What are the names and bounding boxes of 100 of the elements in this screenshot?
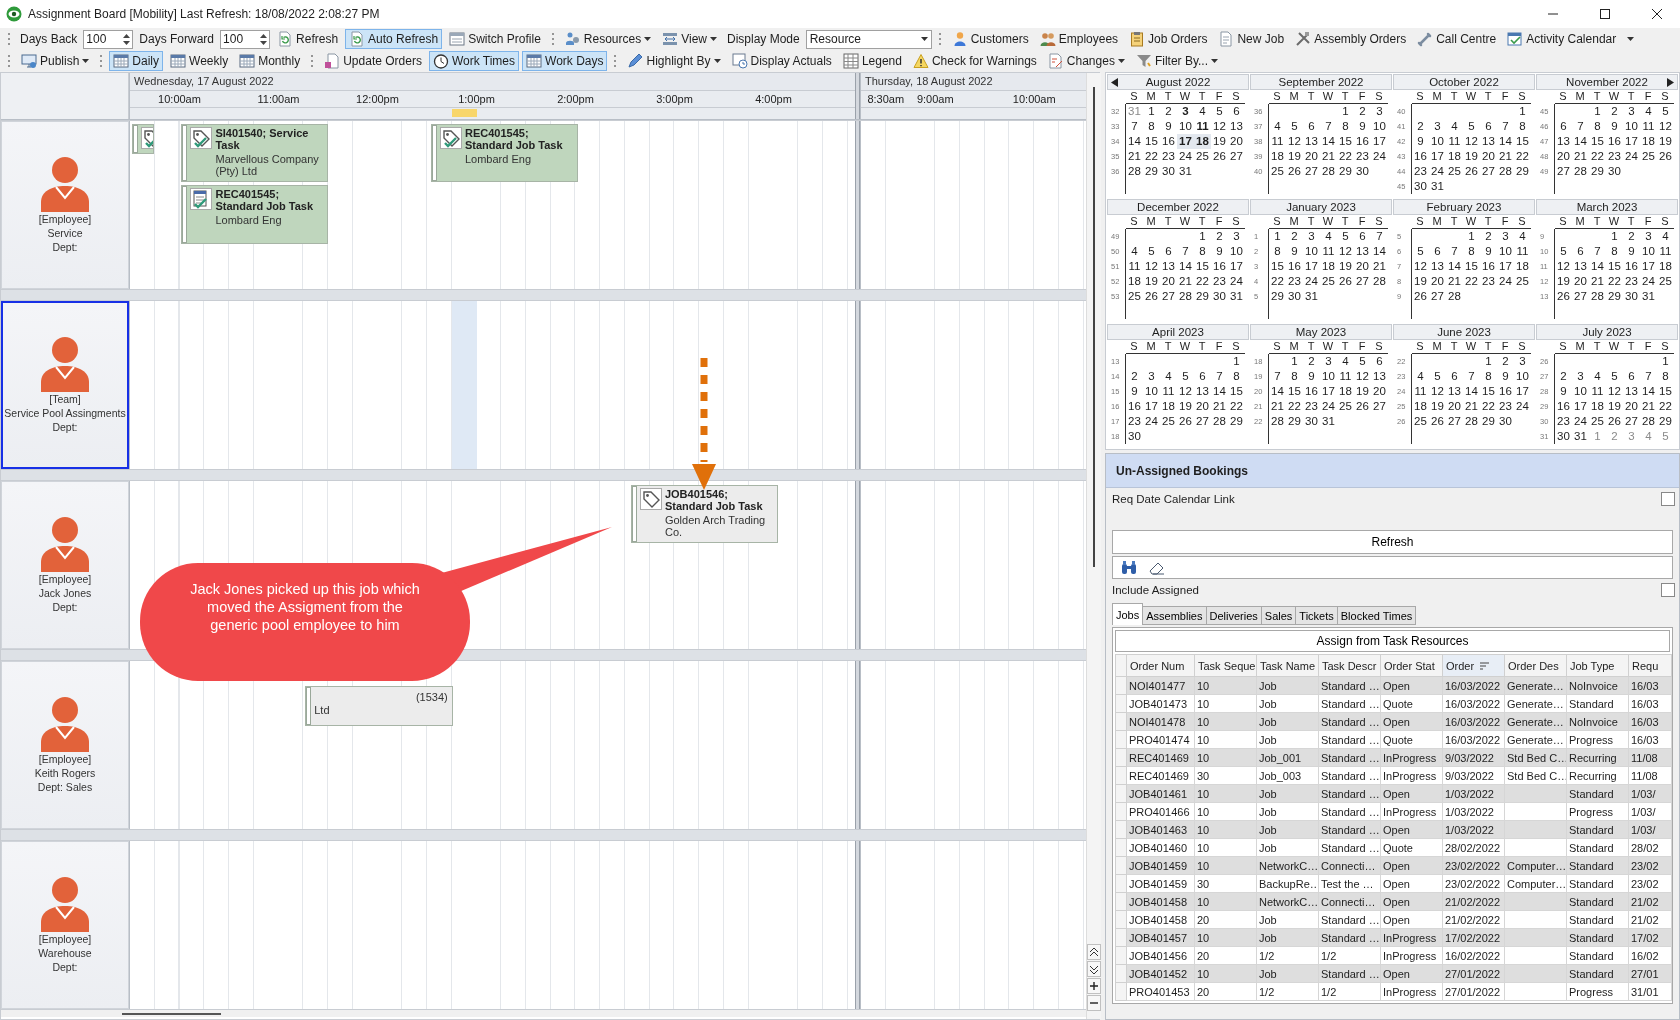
calendar-day[interactable]: 19	[1354, 384, 1371, 399]
calendar-day[interactable]: 14	[1269, 384, 1286, 399]
calendar-day[interactable]: 30	[1606, 164, 1623, 179]
calendar-day[interactable]: 1	[1143, 104, 1160, 119]
calendar-day[interactable]: 9	[1497, 369, 1514, 384]
calendar-day[interactable]: 13	[1160, 259, 1177, 274]
calendar-day[interactable]: 1	[1286, 354, 1303, 369]
calendar-day[interactable]: 30	[1211, 289, 1228, 304]
calendar-day[interactable]: 9	[1623, 244, 1640, 259]
calendar-day[interactable]: 29	[1657, 414, 1674, 429]
calendar-day[interactable]: 25	[1514, 274, 1531, 289]
calendar-day[interactable]: 28	[1640, 414, 1657, 429]
calendar-day[interactable]: 29	[1514, 164, 1531, 179]
toolbar-button[interactable]: Work Days	[522, 51, 608, 71]
calendar-day[interactable]: 27	[1446, 414, 1463, 429]
calendar-day[interactable]: 6	[1572, 244, 1589, 259]
calendar-day[interactable]: 23	[1211, 274, 1228, 289]
calendar-day[interactable]: 14	[1177, 259, 1194, 274]
calendar-day[interactable]: 8	[1514, 119, 1531, 134]
calendar-day[interactable]: 10	[1429, 134, 1446, 149]
toolbar-button[interactable]: Switch Profile	[445, 29, 545, 49]
calendar-day[interactable]: 23	[1623, 274, 1640, 289]
calendar-day[interactable]: 24	[1429, 164, 1446, 179]
calendar-day[interactable]: 15	[1514, 134, 1531, 149]
calendar-day[interactable]: 17	[1228, 259, 1245, 274]
calendar-day[interactable]: 26	[1555, 289, 1572, 304]
calendar-day[interactable]: 8	[1606, 244, 1623, 259]
calendar-day[interactable]: 9	[1606, 119, 1623, 134]
calendar-day[interactable]: 1	[1589, 429, 1606, 444]
calendar-day[interactable]: 20	[1371, 384, 1388, 399]
calendar-day[interactable]: 8	[1657, 369, 1674, 384]
calendar-day[interactable]: 25	[1337, 399, 1354, 414]
calendar-day[interactable]: 3	[1177, 104, 1194, 119]
calendar-day[interactable]: 5	[1412, 244, 1429, 259]
calendar-day[interactable]: 19	[1429, 399, 1446, 414]
tab[interactable]: Deliveries	[1205, 606, 1262, 625]
calendar-day[interactable]: 25	[1160, 414, 1177, 429]
resource-card[interactable]: [Employee] Keith Rogers Dept: Sales	[1, 661, 129, 829]
calendar-day[interactable]: 14	[1446, 259, 1463, 274]
calendar-day[interactable]: 4	[1657, 229, 1674, 244]
calendar-day[interactable]: 13	[1623, 384, 1640, 399]
calendar-day[interactable]: 27	[1354, 274, 1371, 289]
calendar-day[interactable]: 13	[1371, 369, 1388, 384]
calendar-day[interactable]: 24	[1303, 274, 1320, 289]
calendar-day[interactable]: 18	[1126, 274, 1143, 289]
calendar-day[interactable]: 2	[1412, 119, 1429, 134]
calendar-day[interactable]: 9	[1555, 384, 1572, 399]
calendar-day[interactable]: 29	[1286, 414, 1303, 429]
booking-card[interactable]: (1534) Ltd	[305, 686, 453, 726]
calendar-day[interactable]: 19	[1463, 149, 1480, 164]
calendar-day[interactable]: 14	[1211, 384, 1228, 399]
calendar-day[interactable]: 10	[1497, 244, 1514, 259]
calendar-day[interactable]: 21	[1320, 149, 1337, 164]
calendar-day[interactable]: 5	[1657, 429, 1674, 444]
calendar-day[interactable]: 29	[1269, 289, 1286, 304]
calendar-day[interactable]: 28	[1371, 274, 1388, 289]
calendar-day[interactable]: 29	[1143, 164, 1160, 179]
toolbar-button[interactable]: Changes	[1043, 51, 1129, 71]
calendar-day[interactable]: 19	[1143, 274, 1160, 289]
calendar-day[interactable]: 13	[1303, 134, 1320, 149]
calendar-day[interactable]: 12	[1143, 259, 1160, 274]
calendar-day[interactable]: 22	[1143, 149, 1160, 164]
calendar-day[interactable]: 1	[1337, 104, 1354, 119]
calendar-day[interactable]: 10	[1514, 369, 1531, 384]
calendar-day[interactable]: 15	[1228, 384, 1245, 399]
calendar-day[interactable]: 20	[1429, 274, 1446, 289]
calendar-day[interactable]: 17	[1303, 259, 1320, 274]
calendar-day[interactable]: 18	[1194, 134, 1211, 149]
calendar-day[interactable]: 7	[1269, 369, 1286, 384]
calendar-day[interactable]: 28	[1211, 414, 1228, 429]
calendar-day[interactable]: 24	[1320, 399, 1337, 414]
calendar-day[interactable]: 13	[1228, 119, 1245, 134]
calendar-day[interactable]: 1	[1228, 354, 1245, 369]
calendar-day[interactable]: 31	[1177, 164, 1194, 179]
calendar-day[interactable]: 5	[1337, 229, 1354, 244]
resource-card[interactable]: [Employee] Service Dept:	[1, 121, 129, 289]
calendar-day[interactable]: 28	[1589, 289, 1606, 304]
toolbar-grip[interactable]	[310, 54, 315, 68]
toolbar-grip[interactable]	[613, 54, 618, 68]
calendar-day[interactable]: 31	[1640, 289, 1657, 304]
calendar-day[interactable]: 5	[1555, 244, 1572, 259]
calendar-day[interactable]: 8	[1269, 244, 1286, 259]
calendar-day[interactable]: 2	[1126, 369, 1143, 384]
assign-button[interactable]: Assign from Task Resources	[1115, 630, 1670, 652]
calendar-day[interactable]: 14	[1463, 384, 1480, 399]
calendar-day[interactable]: 3	[1497, 229, 1514, 244]
calendar-day[interactable]: 22	[1606, 274, 1623, 289]
calendar-day[interactable]: 21	[1269, 399, 1286, 414]
toolbar-button[interactable]: Daily	[109, 51, 164, 71]
calendar-day[interactable]: 25	[1446, 164, 1463, 179]
next-icon[interactable]	[1667, 78, 1674, 87]
calendar-day[interactable]: 10	[1143, 384, 1160, 399]
calendar-day[interactable]: 3	[1514, 354, 1531, 369]
calendar-day[interactable]: 12	[1463, 134, 1480, 149]
calendar-day[interactable]: 21	[1446, 274, 1463, 289]
calendar-day[interactable]: 1	[1194, 229, 1211, 244]
calendar-day[interactable]: 7	[1463, 369, 1480, 384]
toolbar-button[interactable]: Customers	[947, 29, 1033, 49]
calendar-day[interactable]: 18	[1446, 149, 1463, 164]
calendar-day[interactable]: 11	[1160, 384, 1177, 399]
